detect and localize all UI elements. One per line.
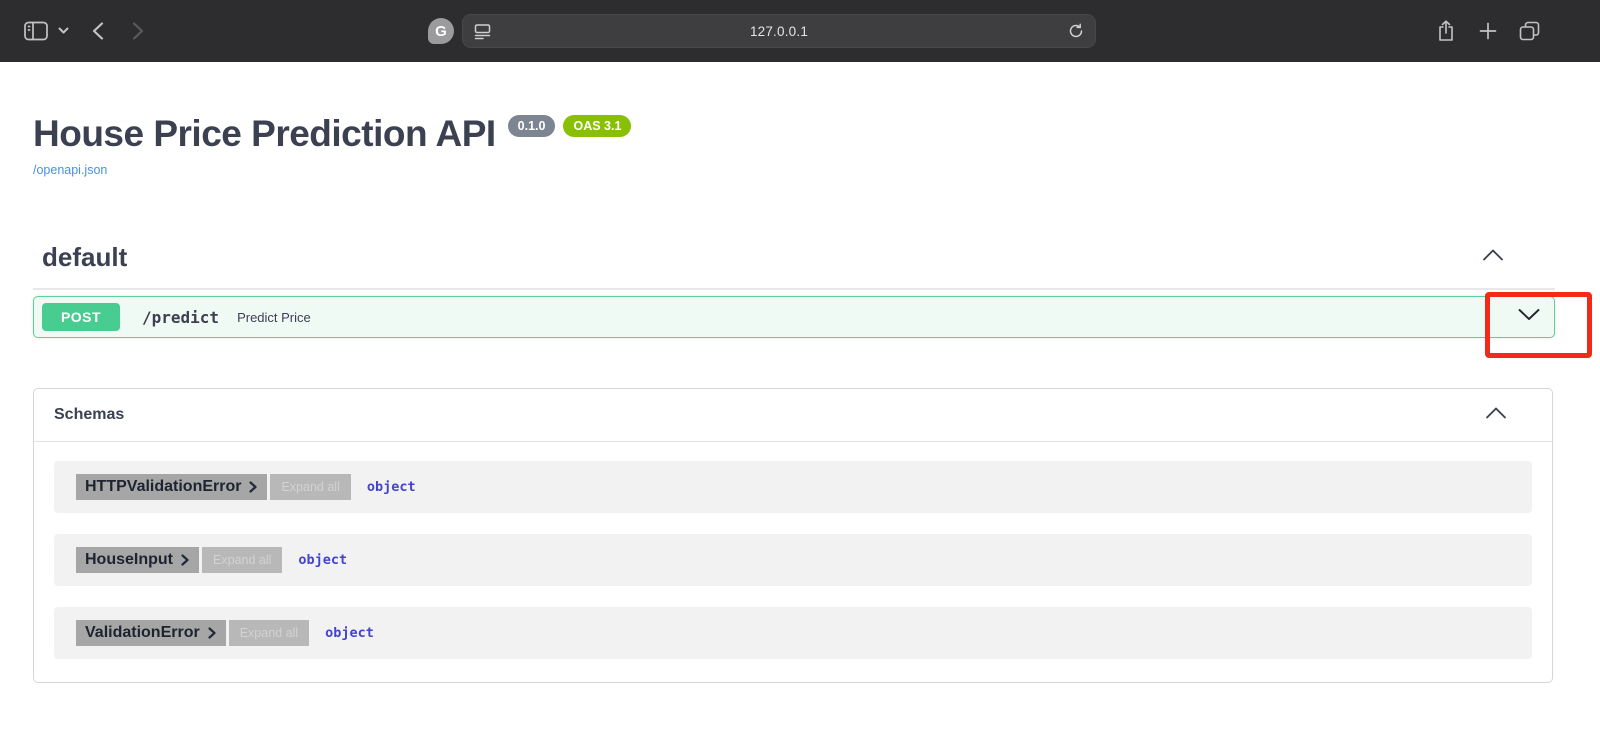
operation-path: /predict xyxy=(142,308,219,327)
reload-icon[interactable] xyxy=(1068,23,1084,44)
default-section: default xyxy=(33,240,1555,290)
new-tab-plus-icon[interactable] xyxy=(1479,22,1497,40)
chevron-right-icon xyxy=(181,554,189,566)
back-icon[interactable] xyxy=(92,22,104,40)
schema-type: object xyxy=(367,479,416,495)
share-icon[interactable] xyxy=(1437,20,1455,42)
schema-type: object xyxy=(325,625,374,641)
schema-name: HTTPValidationError xyxy=(85,478,241,496)
schemas-header[interactable]: Schemas xyxy=(34,389,1552,442)
schemas-collapse-chevron-up-icon[interactable] xyxy=(1484,406,1508,425)
page-title: House Price Prediction API xyxy=(33,112,496,156)
oas-badge: OAS 3.1 xyxy=(563,115,631,137)
sidebar-toggle-icon[interactable] xyxy=(24,21,48,41)
schema-name: ValidationError xyxy=(85,624,200,642)
extension-g-icon[interactable]: G xyxy=(428,18,454,44)
schema-name-toggle[interactable]: HouseInput xyxy=(76,547,199,573)
schema-row-houseinput: HouseInput Expand all object xyxy=(54,534,1532,586)
sidebar-menu-chevron-down-icon[interactable] xyxy=(58,27,69,35)
schemas-title: Schemas xyxy=(54,406,124,424)
http-method-badge: POST xyxy=(42,303,120,331)
address-bar[interactable]: 127.0.0.1 xyxy=(462,14,1096,48)
default-section-header[interactable]: default xyxy=(33,240,1555,274)
expand-all-button[interactable]: Expand all xyxy=(229,620,309,646)
url-text: 127.0.0.1 xyxy=(463,24,1095,39)
browser-toolbar: G 127.0.0.1 xyxy=(0,0,1600,62)
opblock-expand-chevron-down-icon[interactable] xyxy=(1516,307,1542,327)
schemas-list: HTTPValidationError Expand all object Ho… xyxy=(34,442,1552,659)
openapi-spec-link[interactable]: /openapi.json xyxy=(33,163,107,177)
opblock-post-predict[interactable]: POST /predict Predict Price xyxy=(33,296,1555,338)
operation-summary: Predict Price xyxy=(237,310,311,325)
schema-type: object xyxy=(298,552,347,568)
chevron-right-icon xyxy=(249,481,257,493)
schemas-section: Schemas HTTPValidationError Expand all xyxy=(33,388,1553,683)
schema-name-toggle[interactable]: HTTPValidationError xyxy=(76,474,267,500)
tab-overview-icon[interactable] xyxy=(1519,21,1540,41)
schema-name-toggle[interactable]: ValidationError xyxy=(76,620,226,646)
section-divider xyxy=(33,288,1555,290)
schema-row-validationerror: ValidationError Expand all object xyxy=(54,607,1532,659)
version-badge: 0.1.0 xyxy=(508,115,556,137)
schema-row-httpvalidationerror: HTTPValidationError Expand all object xyxy=(54,461,1532,513)
schema-name: HouseInput xyxy=(85,551,173,569)
forward-icon xyxy=(132,22,144,40)
page: G 127.0.0.1 xyxy=(0,0,1600,729)
expand-all-button[interactable]: Expand all xyxy=(270,474,350,500)
chevron-right-icon xyxy=(208,627,216,639)
expand-all-button[interactable]: Expand all xyxy=(202,547,282,573)
default-section-title: default xyxy=(42,242,127,273)
api-header: House Price Prediction API 0.1.0 OAS 3.1 xyxy=(33,112,631,156)
default-collapse-chevron-up-icon[interactable] xyxy=(1481,248,1505,267)
